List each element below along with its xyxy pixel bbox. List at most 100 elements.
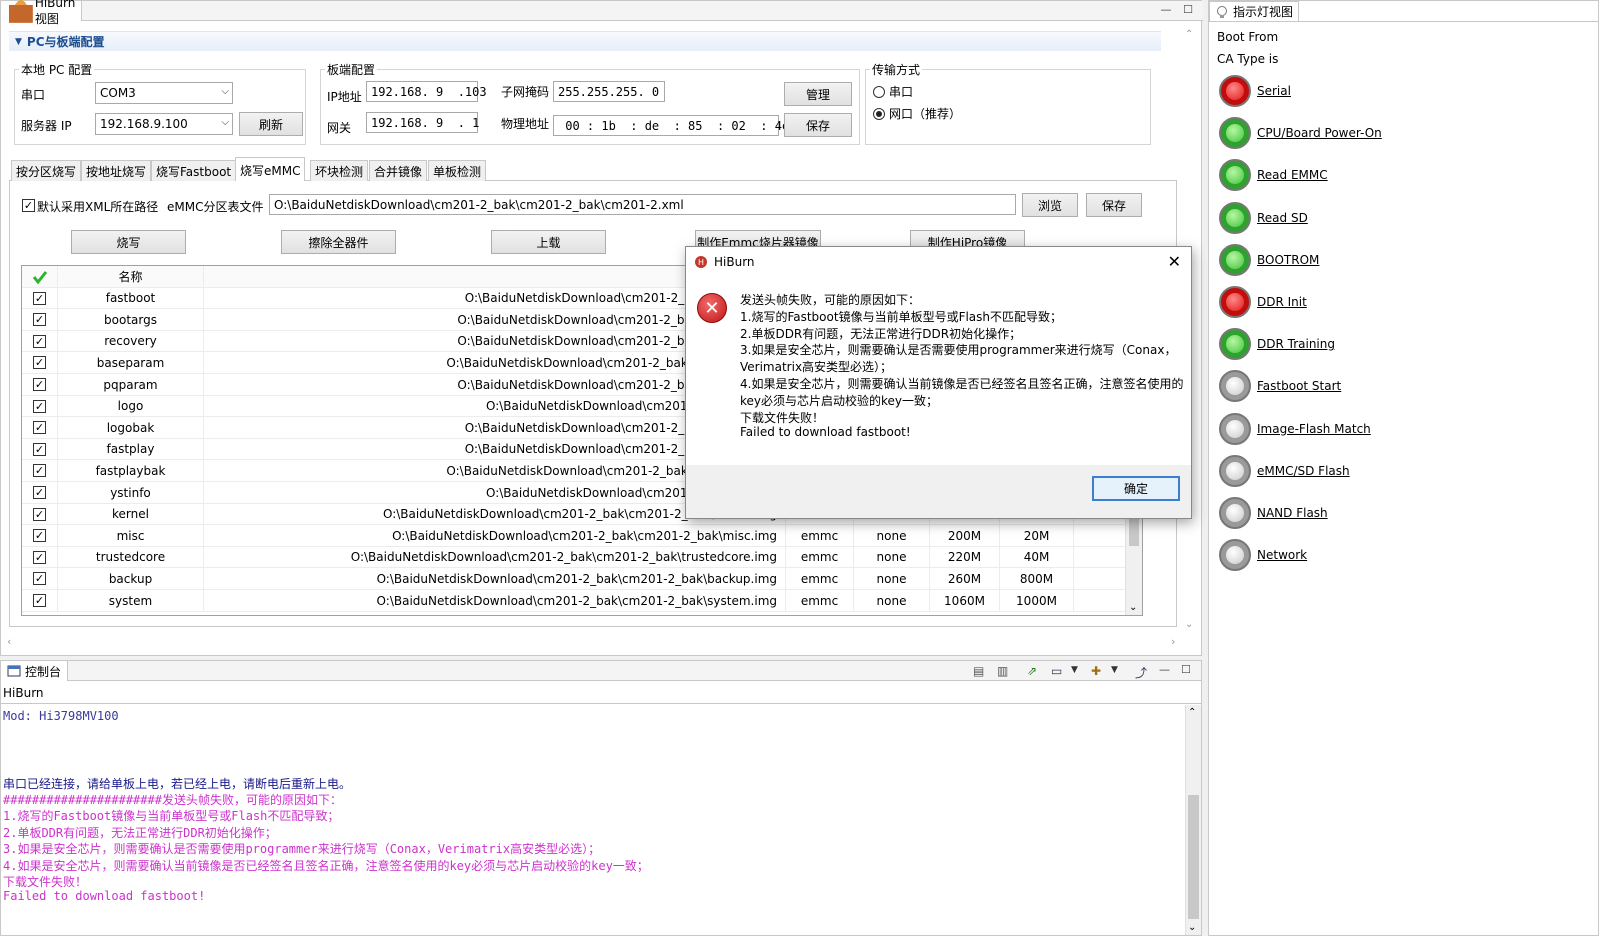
new-console-icon[interactable]: ✚ (1091, 664, 1101, 678)
lamp-label[interactable]: Image-Flash Match (1257, 422, 1371, 436)
burn-button[interactable]: 烧写 (71, 230, 186, 254)
lamp-label[interactable]: Network (1257, 548, 1307, 562)
display-console-icon[interactable]: ▭ (1051, 664, 1062, 678)
console-tab[interactable]: 控制台 (1, 661, 69, 681)
console-scroll-thumb[interactable] (1188, 795, 1199, 919)
maximize-icon[interactable]: ☐ (1181, 3, 1195, 17)
chevron-down-icon[interactable]: ▼ (1111, 665, 1118, 675)
table-row[interactable]: ✓ trustedcore O:\BaiduNetdiskDownload\cm20… (22, 546, 1126, 569)
clear-console-icon[interactable]: ▤ (973, 664, 984, 678)
row-checkbox[interactable]: ✓ (33, 464, 46, 478)
tab-emmc-burn[interactable]: 烧写eMMC (235, 157, 306, 182)
gateway-field[interactable]: 192.168. 9 . 1 (366, 112, 479, 133)
lamp-label[interactable]: CPU/Board Power-On (1257, 126, 1382, 140)
emmc-save-button[interactable]: 保存 (1086, 193, 1142, 217)
row-checkbox-cell[interactable]: ✓ (22, 546, 58, 568)
row-checkbox[interactable]: ✓ (33, 421, 46, 435)
mac-field[interactable]: 00 : 1b : de : 85 : 02 : 4e (553, 115, 789, 136)
manage-button[interactable]: 管理 (784, 82, 852, 106)
console-scrollbar[interactable]: ⌃ ⌄ (1185, 705, 1201, 935)
table-row[interactable]: ✓ misc O:\BaiduNetdiskDownload\cm201-2_bak… (22, 525, 1126, 547)
tab-address-burn[interactable]: 按地址烧写 (81, 160, 152, 181)
scroll-up-icon[interactable]: ⌃ (1188, 707, 1196, 718)
scroll-down-icon[interactable]: ⌄ (1129, 602, 1137, 613)
lamp-label[interactable]: NAND Flash (1257, 506, 1328, 520)
lamp-label[interactable]: BOOTROM (1257, 253, 1319, 267)
hiburn-view-tab[interactable]: HiBurn 视图 (1, 0, 83, 26)
partition-file-input[interactable]: O:\BaiduNetdiskDownload\cm201-2_bak\cm20… (269, 194, 1016, 215)
use-default-xml-checkbox[interactable]: ✓ (22, 199, 35, 212)
lamp-label[interactable]: Read SD (1257, 211, 1308, 225)
row-checkbox-cell[interactable]: ✓ (22, 525, 58, 547)
lamp-label[interactable]: Serial (1257, 84, 1291, 98)
close-icon[interactable]: ✕ (1168, 252, 1181, 271)
chevron-down-icon[interactable]: ▼ (1071, 665, 1078, 675)
radio-serial-dot[interactable] (873, 85, 885, 98)
lamp-label[interactable]: DDR Init (1257, 295, 1307, 309)
radio-network[interactable]: 网口（推荐） (873, 105, 961, 122)
lamp-label[interactable]: Fastboot Start (1257, 379, 1341, 393)
scroll-up-icon[interactable]: ⌃ (1185, 29, 1193, 40)
minimize-icon[interactable]: — (1159, 663, 1170, 676)
row-checkbox[interactable]: ✓ (33, 572, 46, 586)
row-checkbox-cell[interactable]: ✓ (22, 374, 58, 395)
row-checkbox[interactable]: ✓ (33, 486, 46, 499)
tab-merge-image[interactable]: 合并镜像 (369, 160, 428, 181)
ok-button[interactable]: 确定 (1092, 476, 1180, 501)
tab-board-check[interactable]: 单板检测 (428, 160, 487, 181)
row-checkbox[interactable]: ✓ (33, 313, 46, 327)
collapse-triangle-icon[interactable]: ▼ (15, 37, 22, 47)
row-checkbox-cell[interactable]: ✓ (22, 590, 58, 611)
maximize-icon[interactable]: ☐ (1181, 663, 1191, 676)
row-checkbox[interactable]: ✓ (33, 334, 46, 348)
table-row[interactable]: ✓ system O:\BaiduNetdiskDownload\cm201-2_b… (22, 590, 1126, 612)
row-checkbox-cell[interactable]: ✓ (22, 417, 58, 439)
server-ip-select[interactable]: 192.168.9.100 ⌵ (95, 113, 233, 135)
select-all-check-icon[interactable] (22, 266, 58, 287)
row-checkbox[interactable]: ✓ (33, 529, 46, 543)
row-checkbox[interactable]: ✓ (33, 356, 46, 370)
ip-field[interactable]: 192.168. 9 .103 (366, 81, 487, 102)
erase-all-button[interactable]: 擦除全器件 (281, 230, 396, 254)
pin-console-icon[interactable]: ⇗ (1027, 664, 1037, 678)
row-checkbox-cell[interactable]: ✓ (22, 482, 58, 503)
table-row[interactable]: ✓ backup O:\BaiduNetdiskDownload\cm201-2_b… (22, 568, 1126, 590)
row-checkbox-cell[interactable]: ✓ (22, 309, 58, 331)
row-checkbox[interactable]: ✓ (33, 399, 46, 413)
serial-port-select[interactable]: COM3 ⌵ (95, 82, 233, 104)
lamp-label[interactable]: DDR Training (1257, 337, 1335, 351)
row-checkbox-cell[interactable]: ✓ (22, 460, 58, 482)
scroll-lock-icon[interactable]: ▥ (997, 664, 1008, 678)
lamp-label[interactable]: Read EMMC (1257, 168, 1328, 182)
open-console-icon[interactable]: ⤴ (1135, 664, 1147, 681)
radio-serial[interactable]: 串口 (873, 83, 913, 100)
scroll-right-icon[interactable]: › (1171, 635, 1175, 648)
row-checkbox[interactable]: ✓ (33, 291, 46, 305)
row-checkbox[interactable]: ✓ (33, 442, 46, 456)
row-checkbox-cell[interactable]: ✓ (22, 438, 58, 460)
scroll-down-icon[interactable]: ⌄ (1185, 619, 1193, 630)
row-checkbox-cell[interactable]: ✓ (22, 395, 58, 417)
radio-network-dot[interactable] (873, 107, 885, 120)
scroll-left-icon[interactable]: ‹ (7, 635, 11, 648)
row-checkbox[interactable]: ✓ (33, 594, 46, 607)
table-scroll-thumb[interactable] (1129, 516, 1139, 546)
board-save-button[interactable]: 保存 (784, 113, 852, 137)
minimize-icon[interactable]: — (1159, 3, 1173, 17)
tab-partition-burn[interactable]: 按分区烧写 (11, 160, 82, 181)
mask-field[interactable]: 255.255.255. 0 (553, 81, 665, 102)
row-checkbox-cell[interactable]: ✓ (22, 503, 58, 525)
upload-button[interactable]: 上载 (491, 230, 606, 254)
row-checkbox-cell[interactable]: ✓ (22, 287, 58, 309)
row-checkbox[interactable]: ✓ (33, 550, 46, 564)
row-checkbox-cell[interactable]: ✓ (22, 352, 58, 374)
tab-bad-block[interactable]: 坏块检测 (310, 160, 369, 181)
lamp-label[interactable]: eMMC/SD Flash (1257, 464, 1350, 478)
scroll-down-icon[interactable]: ⌄ (1188, 922, 1196, 933)
lamp-view-tab[interactable]: 指示灯视图 (1209, 1, 1300, 21)
row-checkbox-cell[interactable]: ✓ (22, 568, 58, 590)
row-checkbox[interactable]: ✓ (33, 507, 46, 521)
row-checkbox[interactable]: ✓ (33, 378, 46, 391)
tab-fastboot-burn[interactable]: 烧写Fastboot (151, 160, 237, 181)
row-checkbox-cell[interactable]: ✓ (22, 330, 58, 352)
